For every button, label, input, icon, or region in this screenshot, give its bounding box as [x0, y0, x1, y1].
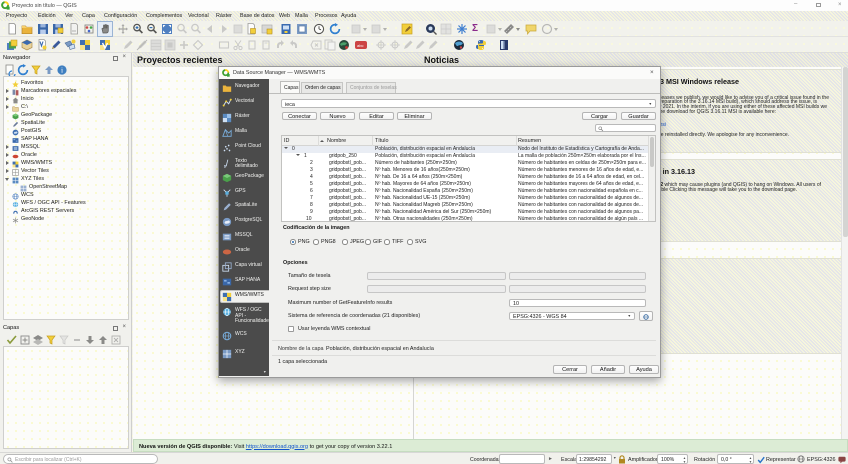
svg-text:i: i: [61, 66, 63, 75]
svg-text:,: ,: [224, 158, 227, 168]
